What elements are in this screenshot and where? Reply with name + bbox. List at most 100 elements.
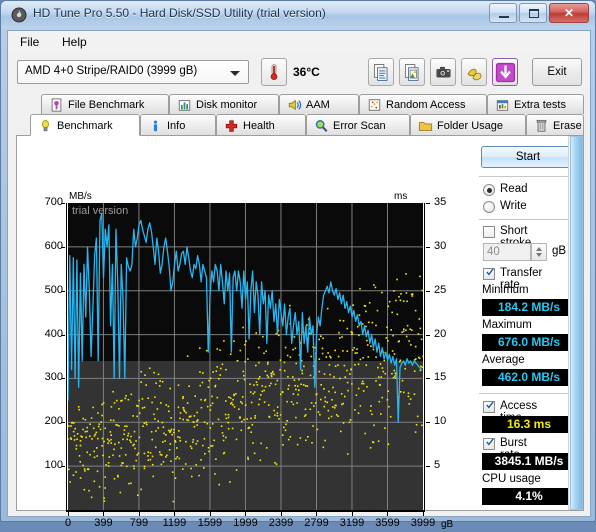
y-tick-right-5: 5 <box>434 459 441 472</box>
tab-benchmark[interactable]: Benchmark <box>30 114 140 136</box>
x-axis-unit-label: gB <box>441 519 454 530</box>
tab-health[interactable]: Health <box>216 114 306 136</box>
window-title: HD Tune Pro 5.50 - Hard Disk/SSD Utility… <box>33 6 326 20</box>
tab-info[interactable]: Info <box>140 114 216 136</box>
title-bar: HD Tune Pro 5.50 - Hard Disk/SSD Utility… <box>1 1 595 29</box>
toolbar: AMD 4+0 Stripe/RAID0 (3999 gB) 36°C Exit <box>8 53 590 93</box>
tab-random-access-label: Random Access <box>386 99 466 111</box>
y-axis-right: 5 10 15 20 25 30 35 <box>426 196 471 510</box>
maximize-icon <box>529 9 539 18</box>
check-mark-icon <box>486 268 494 276</box>
y-tickmark-left <box>61 246 65 248</box>
y-tick-left-500: 500 <box>44 283 63 296</box>
maximize-button[interactable] <box>519 3 547 23</box>
drive-select-dropdown[interactable]: AMD 4+0 Stripe/RAID0 (3999 gB) <box>17 60 249 84</box>
check-mark-icon <box>486 401 494 409</box>
x-tick-1199: 1199 <box>162 517 187 529</box>
x-tickmark <box>103 512 105 516</box>
y-tick-right-30: 30 <box>434 239 447 252</box>
close-button[interactable]: ✕ <box>549 3 589 23</box>
tab-extra-tests[interactable]: Extra tests <box>487 94 584 114</box>
y-tickmark-left <box>61 466 65 468</box>
thermometer-icon <box>270 64 278 80</box>
y-tickmark-left <box>61 290 65 292</box>
y-tickmark-left <box>61 334 65 336</box>
x-tickmark <box>280 512 282 516</box>
tab-aam-label: AAM <box>306 99 330 111</box>
short-stroke-stepper[interactable] <box>531 243 547 261</box>
tab-folder-usage[interactable]: Folder Usage <box>410 114 526 136</box>
x-tick-3999: 3999 <box>410 517 436 529</box>
results-panel: Start Read Write Short stroke 40 <box>479 142 579 506</box>
tab-file-benchmark[interactable]: File Benchmark <box>41 94 169 114</box>
plot-svg <box>68 203 423 510</box>
y-tickmark-right <box>426 290 430 292</box>
lightbulb-icon <box>42 120 49 132</box>
short-stroke-input[interactable]: 40 <box>483 243 531 261</box>
menu-help-label: Help <box>62 35 87 49</box>
tab-random-access[interactable]: Random Access <box>359 94 487 114</box>
x-tickmark <box>209 512 211 516</box>
drive-select-value: AMD 4+0 Stripe/RAID0 (3999 gB) <box>25 65 198 77</box>
x-tickmark <box>316 512 318 516</box>
tab-erase[interactable]: Erase <box>526 114 584 136</box>
download-button[interactable] <box>492 58 518 86</box>
burst-rate-value: 3845.1 MB/s <box>482 453 576 470</box>
trash-icon <box>536 119 547 132</box>
y-tick-left-600: 600 <box>44 239 63 252</box>
x-tickmark <box>245 512 247 516</box>
y-axis-right-label: ms <box>394 191 408 202</box>
red-cross-icon <box>225 120 238 132</box>
tab-disk-monitor[interactable]: Disk monitor <box>169 94 279 114</box>
folder-compare-button[interactable] <box>461 58 487 86</box>
hands-icon <box>467 68 482 81</box>
menu-help[interactable]: Help <box>56 35 93 49</box>
info-icon <box>153 120 158 132</box>
y-tickmark-right <box>426 203 430 204</box>
folder-icon <box>418 122 433 131</box>
copy-image-button[interactable] <box>399 58 425 86</box>
divider-2 <box>479 219 579 220</box>
y-tick-left-700: 700 <box>44 196 63 208</box>
camera-icon <box>436 66 451 78</box>
x-tick-3599: 3599 <box>375 517 400 529</box>
divider-1 <box>479 176 579 177</box>
tab-error-scan[interactable]: Error Scan <box>306 114 410 136</box>
hdd-icon <box>11 7 27 23</box>
plot-area: trial version <box>68 203 423 510</box>
check-mark-icon <box>486 438 494 446</box>
tab-folder-usage-label: Folder Usage <box>437 120 504 132</box>
menu-file[interactable]: File <box>14 35 45 49</box>
checkbox-access-time-box <box>483 401 495 413</box>
start-button[interactable]: Start <box>481 146 575 168</box>
tab-info-label: Info <box>167 120 186 132</box>
y-axis-left-label: MB/s <box>69 191 92 202</box>
short-stroke-unit: gB <box>552 245 567 257</box>
tab-extra-tests-label: Extra tests <box>514 99 566 111</box>
start-button-label: Start <box>515 151 541 163</box>
screenshot-button[interactable] <box>430 58 456 86</box>
benchmark-chart: MB/s ms 100 200 300 400 500 600 700 5 10 15 20 25 3… <box>21 140 471 530</box>
y-tickmark-left <box>61 378 65 380</box>
x-tick-399: 399 <box>94 517 113 529</box>
cpu-usage-value: 4.1% <box>482 488 576 505</box>
copy-text-button[interactable] <box>368 58 394 86</box>
temperature-indicator <box>261 58 287 86</box>
minimize-button[interactable] <box>489 3 517 23</box>
radio-read-indicator <box>483 184 495 196</box>
copy-document-icon <box>373 64 388 81</box>
panel-scrollbar[interactable] <box>568 136 583 510</box>
panel-scrollbar-thumb[interactable] <box>570 136 583 510</box>
chevron-down-icon <box>226 61 244 83</box>
bar-chart-icon <box>178 100 191 111</box>
tab-aam[interactable]: AAM <box>279 94 359 114</box>
download-arrow-icon <box>495 62 516 83</box>
exit-button[interactable]: Exit <box>532 58 582 86</box>
y-tickmark-left <box>61 203 65 204</box>
y-tick-left-200: 200 <box>44 415 63 428</box>
tab-erase-label: Erase <box>553 120 582 132</box>
benchmark-panel: MB/s ms 100 200 300 400 500 600 700 5 10 15 20 25 3… <box>16 135 584 530</box>
cpu-usage-label: CPU usage <box>482 473 541 485</box>
x-tick-0: 0 <box>64 517 72 529</box>
trial-watermark: trial version <box>72 205 129 217</box>
